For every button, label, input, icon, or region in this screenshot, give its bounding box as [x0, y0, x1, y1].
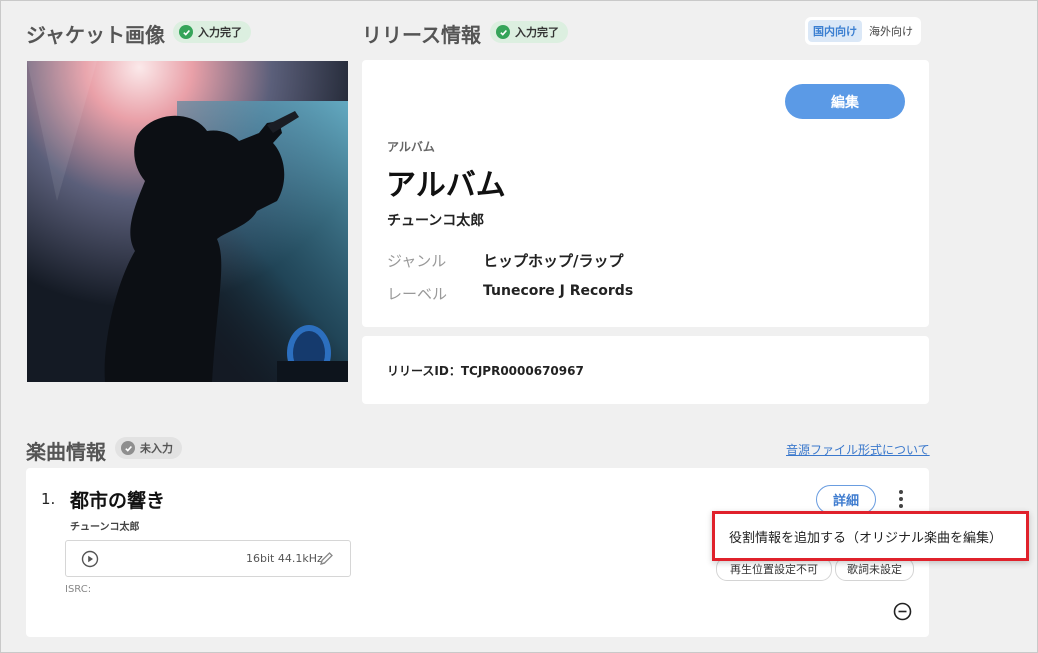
- pencil-icon[interactable]: [318, 550, 335, 571]
- track-detail-button[interactable]: 詳細: [816, 485, 876, 514]
- genre-value: ヒップホップ/ラップ: [483, 252, 624, 270]
- check-icon: [121, 441, 135, 455]
- genre-key: ジャンル: [387, 252, 447, 270]
- release-type-label: アルバム: [387, 140, 435, 154]
- add-role-info-menu-item[interactable]: 役割情報を追加する（オリジナル楽曲を編集）: [729, 527, 1002, 546]
- audio-format-link[interactable]: 音源ファイル形式について: [786, 441, 930, 458]
- release-status-label: 入力完了: [515, 26, 559, 39]
- tracks-section-title: 楽曲情報: [26, 440, 106, 464]
- play-icon[interactable]: [81, 550, 99, 572]
- release-id-card: リリースID：TCJPR0000670967: [362, 336, 929, 404]
- region-toggle: 国内向け 海外向け: [805, 17, 921, 45]
- isrc-label: ISRC:: [65, 584, 92, 595]
- audio-spec: 16bit 44.1kHz: [246, 552, 323, 565]
- region-toggle-overseas[interactable]: 海外向け: [864, 20, 918, 42]
- track-title: 都市の響き: [70, 490, 166, 512]
- audio-player: 16bit 44.1kHz: [65, 540, 351, 577]
- jacket-status-label: 入力完了: [198, 26, 242, 39]
- label-key: レーベル: [387, 285, 448, 303]
- remove-track-icon[interactable]: [893, 602, 912, 625]
- release-status-badge: 入力完了: [490, 21, 568, 43]
- tracks-status-label: 未入力: [140, 442, 173, 455]
- release-info-card: 編集 アルバム アルバム チューンコ太郎 ジャンル ヒップホップ/ラップ レーベ…: [362, 60, 929, 327]
- release-section-title: リリース情報: [362, 23, 481, 47]
- track-context-menu: 役割情報を追加する（オリジナル楽曲を編集）: [712, 511, 1029, 561]
- jacket-section-title: ジャケット画像: [26, 23, 165, 47]
- jacket-image[interactable]: [27, 61, 348, 382]
- tracks-status-badge: 未入力: [115, 437, 182, 459]
- label-value: Tunecore J Records: [483, 283, 634, 299]
- track-number: 1.: [41, 490, 56, 508]
- check-icon: [496, 25, 510, 39]
- track-artist: チューンコ太郎: [70, 522, 140, 533]
- edit-release-button[interactable]: 編集: [785, 84, 905, 119]
- jacket-status-badge: 入力完了: [173, 21, 251, 43]
- release-artist: チューンコ太郎: [387, 213, 485, 229]
- region-toggle-domestic[interactable]: 国内向け: [808, 20, 862, 42]
- release-id: リリースID：TCJPR0000670967: [387, 364, 584, 378]
- check-icon: [179, 25, 193, 39]
- album-title: アルバム: [386, 168, 506, 203]
- jacket-artwork: [27, 61, 348, 382]
